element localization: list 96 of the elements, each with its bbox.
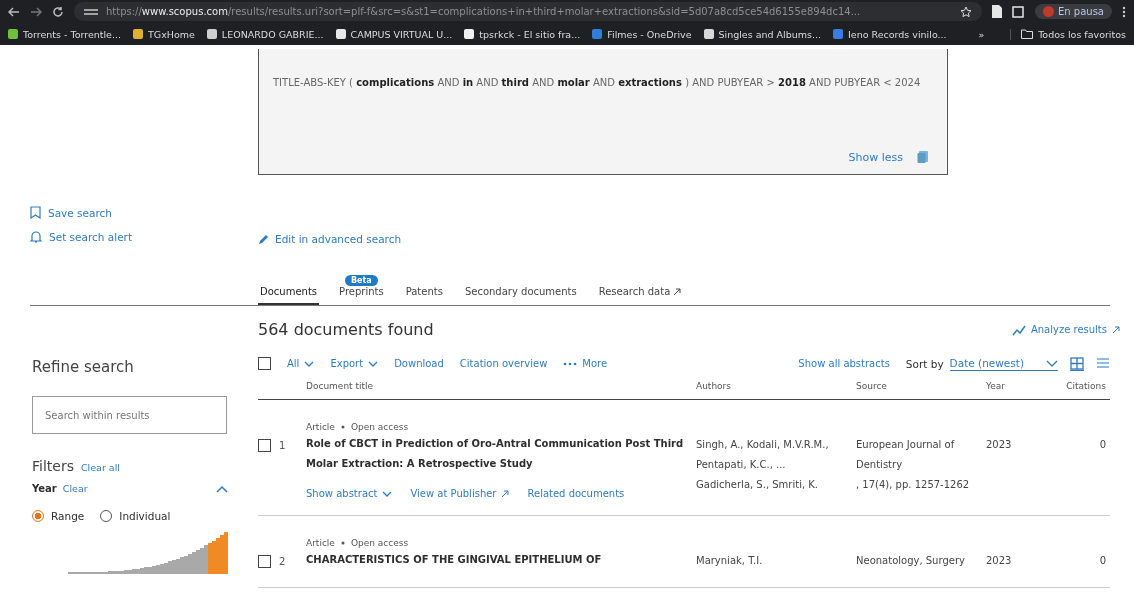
- row-number: 1: [279, 440, 286, 451]
- bullet-icon: [340, 541, 345, 545]
- column-header[interactable]: Year: [986, 381, 1046, 391]
- tab[interactable]: Patents: [403, 280, 445, 305]
- citations-cell: 0: [1099, 439, 1106, 450]
- chart-line-icon: [1011, 323, 1026, 336]
- bookmark-icon: [30, 206, 41, 219]
- bookmark[interactable]: Torrents - Torrentle...: [8, 28, 121, 40]
- bell-icon: [30, 230, 42, 243]
- all-bookmarks[interactable]: Todos los favoritos: [1010, 28, 1126, 40]
- column-header[interactable]: Document title: [306, 381, 696, 391]
- source-line: European Journal of: [856, 438, 956, 452]
- search-action-link[interactable]: Set search alert: [30, 230, 133, 243]
- document-type: Article: [306, 422, 335, 432]
- star-icon[interactable]: [960, 5, 972, 18]
- access-label: Open access: [350, 538, 409, 548]
- document-title-link[interactable]: Role of CBCT in Prediction of Oro-Antral Communication Post Third Molar Extraction: A Retrospective Study: [306, 434, 696, 474]
- year-heading: Year: [32, 483, 57, 494]
- document-title-link[interactable]: CHARACTERISTICS OF THE GINGIVAL EPITHELIUM OF: [306, 550, 696, 570]
- toolbar-link[interactable]: More: [563, 358, 608, 369]
- source-line: , 17(4), pp. 1257-1262: [856, 478, 971, 492]
- more-icon: [563, 361, 578, 366]
- back-icon[interactable]: [8, 6, 20, 17]
- chevron-down-icon: [368, 360, 379, 367]
- year-cell: 2023: [986, 555, 1012, 566]
- source-line: Neonatology, Surgery: [856, 554, 966, 568]
- document-icon[interactable]: [992, 5, 1002, 18]
- bookmark[interactable]: Ieno Records vinilo...: [833, 28, 947, 40]
- toolbar-link[interactable]: Download: [394, 358, 444, 369]
- citations-cell: 0: [1099, 555, 1106, 566]
- pencil-icon: [258, 233, 270, 245]
- bookmark[interactable]: TGxHome: [133, 28, 195, 40]
- sort-label: Sort by: [905, 357, 944, 370]
- document-action-link[interactable]: Show abstract: [306, 488, 393, 499]
- reload-icon[interactable]: [52, 5, 64, 18]
- row-checkbox[interactable]: [258, 439, 271, 452]
- results-count: 564 documents found: [258, 320, 434, 339]
- analyze-results-link[interactable]: Analyze results: [1011, 323, 1120, 336]
- external-link-icon: [1112, 325, 1120, 334]
- bookmark[interactable]: CAMPUS VIRTUAL U...: [335, 28, 453, 40]
- chevron-down-icon: [382, 490, 393, 497]
- extension-icon[interactable]: [1012, 5, 1025, 18]
- beta-badge: Beta: [344, 275, 378, 286]
- external-link-icon: [501, 489, 510, 498]
- search-action-link[interactable]: Save search: [30, 206, 112, 219]
- menu-icon[interactable]: [1122, 5, 1126, 18]
- access-label: Open access: [350, 422, 409, 432]
- tab[interactable]: Documents: [258, 280, 320, 305]
- chevron-down-icon: [304, 360, 315, 367]
- document-action-link[interactable]: Related documents: [527, 488, 625, 499]
- year-mode-radio[interactable]: Range: [32, 510, 85, 522]
- toolbar-link[interactable]: All: [287, 358, 315, 369]
- chevron-down-icon: [1046, 359, 1058, 367]
- document-type: Article: [306, 538, 335, 548]
- copy-icon[interactable]: [917, 150, 929, 164]
- search-field[interactable]: Search within results: [32, 396, 227, 434]
- author-line: Maryniak, T.I.: [696, 554, 764, 568]
- toolbar-link[interactable]: Export: [330, 358, 379, 369]
- row-number: 2: [279, 556, 286, 567]
- filters-heading: Filters: [32, 458, 74, 474]
- site-settings-icon: [84, 6, 98, 17]
- more-bookmarks[interactable]: »: [978, 28, 985, 40]
- document-action-link[interactable]: View at Publisher: [410, 488, 510, 499]
- clear-link[interactable]: Clear: [62, 483, 88, 494]
- collapse-icon[interactable]: [216, 484, 228, 493]
- forward-icon[interactable]: [30, 6, 42, 17]
- show-less-link[interactable]: Show less: [848, 150, 903, 164]
- column-header[interactable]: Source: [856, 381, 986, 391]
- folder-icon: [1021, 29, 1034, 39]
- author-line: Pentapati, K.C., ...: [696, 458, 787, 472]
- select-all-checkbox[interactable]: [258, 357, 271, 370]
- column-header[interactable]: Authors: [696, 381, 856, 391]
- profile-button[interactable]: En pausa: [1035, 4, 1112, 19]
- tab[interactable]: Research data: [596, 280, 684, 305]
- bookmark[interactable]: Singles and Albums...: [703, 28, 822, 40]
- address-bar[interactable]: https://www.scopus.com/results/results.uri?sort=plf-f&src=s&st1=complications+in+third+molar+extractions&sid=5d07a8cd5ce54d6155e894dc14...: [74, 2, 982, 21]
- query-text: TITLE-ABS-KEY ( complications AND in AND third AND molar AND extractions ) AND PUBYEAR > 2018 AND PUBYEAR < 2024: [273, 76, 922, 90]
- bookmark[interactable]: LEONARDO GABRIE...: [206, 28, 324, 40]
- grid-view-icon[interactable]: [1070, 356, 1084, 371]
- refine-heading: Refine search: [32, 358, 135, 376]
- edit-search-link[interactable]: Edit in advanced search: [258, 233, 402, 245]
- bookmark[interactable]: Filmes - OneDrive: [592, 28, 692, 40]
- author-line: Gadicherla, S., Smriti, K.: [696, 478, 820, 492]
- column-header[interactable]: Citations: [1046, 381, 1106, 391]
- show-all-abstracts-link[interactable]: Show all abstracts: [798, 358, 890, 369]
- sort-dropdown[interactable]: Date (newest): [949, 356, 1058, 371]
- source-line: Dentistry: [856, 458, 904, 472]
- author-line: Singh, A., Kodali, M.V.R.M.,: [696, 438, 830, 452]
- year-mode-radio[interactable]: Individual: [100, 510, 171, 522]
- bullet-icon: [340, 425, 345, 429]
- clear-all-link[interactable]: Clear all: [80, 462, 120, 473]
- bookmark[interactable]: tpsrkck - El sitio fra...: [464, 28, 581, 40]
- tab[interactable]: Secondary documents: [462, 280, 579, 305]
- year-cell: 2023: [986, 439, 1012, 450]
- toolbar-link[interactable]: Citation overview: [459, 358, 548, 369]
- row-checkbox[interactable]: [258, 555, 271, 568]
